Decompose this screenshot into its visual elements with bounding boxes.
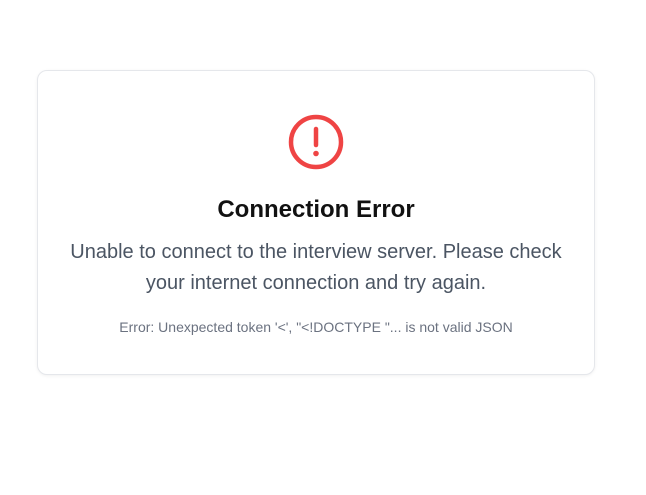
error-message: Unable to connect to the interview serve…	[70, 241, 562, 294]
alert-circle-icon	[38, 113, 594, 171]
error-details: Error: Unexpected token '<', "<!DOCTYPE …	[119, 319, 513, 335]
error-card: Connection Error Unable to connect to th…	[37, 70, 595, 375]
error-title: Connection Error	[217, 196, 415, 223]
